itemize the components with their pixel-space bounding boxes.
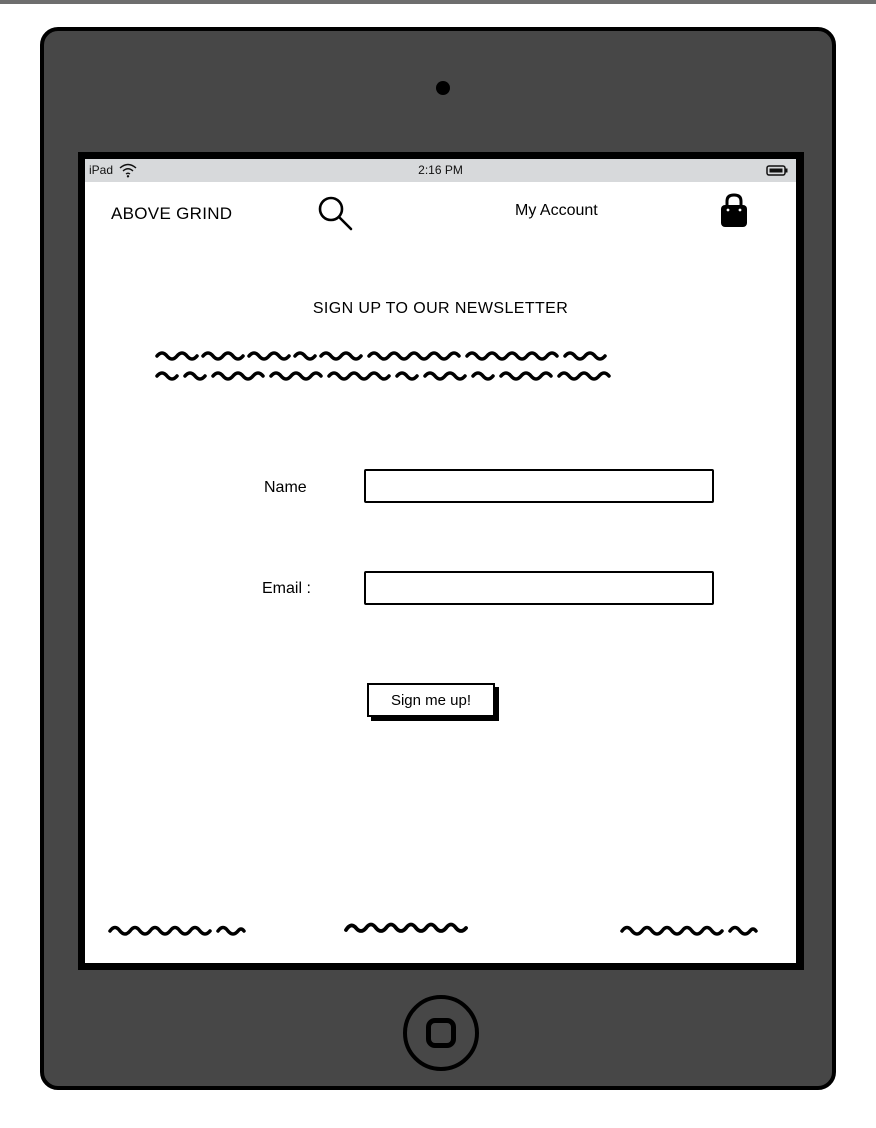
- sign-up-button[interactable]: Sign me up!: [367, 683, 495, 717]
- email-field[interactable]: [364, 571, 714, 605]
- home-button-icon[interactable]: [403, 995, 479, 1071]
- home-button-square-icon: [426, 1018, 456, 1048]
- my-account-link[interactable]: My Account: [515, 202, 598, 220]
- newsletter-title: SIGN UP TO OUR NEWSLETTER: [312, 300, 569, 317]
- status-time: 2:16 PM: [418, 163, 463, 177]
- shopping-bag-icon[interactable]: [718, 192, 750, 230]
- name-field[interactable]: [364, 469, 714, 503]
- footer-link-scribble-right[interactable]: [619, 919, 759, 939]
- top-edge-line: [0, 0, 876, 4]
- status-bar: iPad 2:16 PM: [85, 159, 796, 182]
- email-label: Email :: [262, 580, 311, 597]
- ipad-screen: iPad 2:16 PM ABOVE GRIND My Account SIGN…: [85, 159, 796, 963]
- battery-icon: [766, 165, 788, 176]
- footer-link-scribble-center[interactable]: [343, 916, 473, 936]
- placeholder-scribble-text: [155, 351, 611, 381]
- search-icon[interactable]: [315, 193, 355, 233]
- camera-icon: [436, 81, 450, 95]
- footer-link-scribble-left[interactable]: [107, 919, 247, 939]
- brand-logo[interactable]: ABOVE GRIND: [111, 204, 232, 224]
- name-label: Name: [264, 479, 307, 496]
